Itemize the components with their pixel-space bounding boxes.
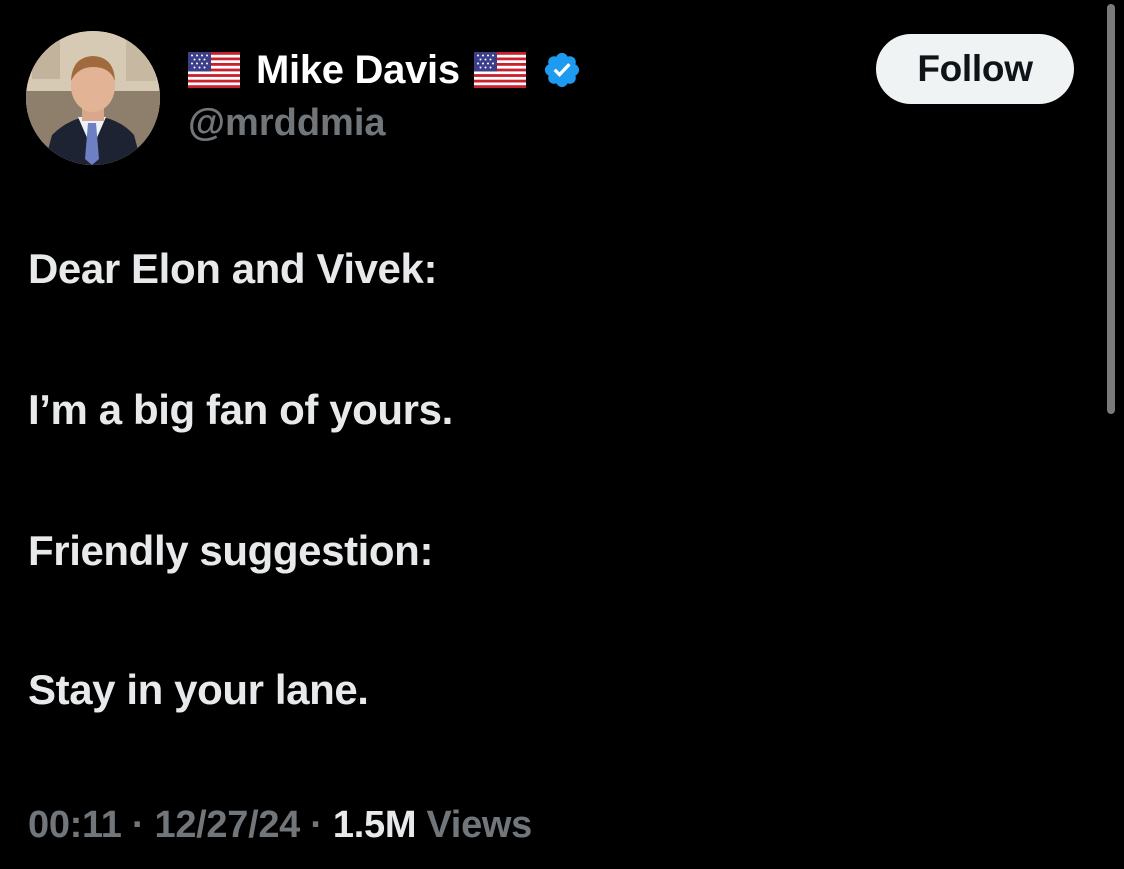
meta-separator: · <box>131 804 145 846</box>
us-flag-icon <box>188 52 240 88</box>
avatar-photo <box>26 31 160 165</box>
meta-separator: · <box>310 804 323 846</box>
tweet-text-line: Friendly suggestion: <box>28 527 434 574</box>
views-label[interactable]: Views <box>426 804 532 846</box>
scrollbar[interactable] <box>1107 4 1115 414</box>
tweet-date[interactable]: 12/27/24 <box>154 804 300 846</box>
author-display-name[interactable]: Mike Davis <box>256 48 460 93</box>
tweet-text-line: Dear Elon and Vivek: <box>28 245 438 292</box>
avatar[interactable] <box>26 31 160 165</box>
tweet-meta: 00:11 · 12/27/24 · 1.5M Views <box>28 804 532 847</box>
tweet-text-line: Stay in your lane. <box>28 666 369 713</box>
tweet-text-line: I’m a big fan of yours. <box>28 386 453 433</box>
author-handle[interactable]: @mrddmia <box>188 102 386 145</box>
verified-badge-icon[interactable] <box>542 50 582 90</box>
us-flag-icon <box>473 52 526 88</box>
tweet-time[interactable]: 00:11 <box>28 804 122 846</box>
follow-button[interactable]: Follow <box>876 34 1074 104</box>
author-name-row[interactable]: Mike Davis <box>188 44 582 96</box>
views-count[interactable]: 1.5M <box>333 804 417 846</box>
